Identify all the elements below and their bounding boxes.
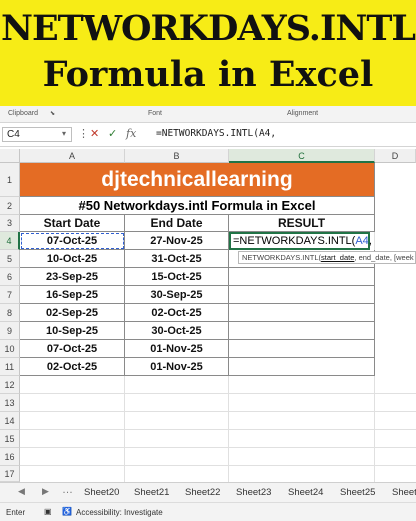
end-date-cell[interactable]: 15-Oct-25 (125, 268, 229, 286)
end-date-cell[interactable]: 01-Nov-25 (125, 358, 229, 376)
start-date-cell[interactable]: 02-Sep-25 (20, 304, 125, 322)
column-header-d[interactable]: D (375, 149, 416, 163)
row-header[interactable]: 12 (0, 376, 20, 394)
result-cell[interactable] (229, 322, 375, 340)
tooltip-rest: , end_date, [week (354, 253, 414, 262)
row-header[interactable]: 1 (0, 163, 20, 197)
cell-reference: A4 (355, 235, 369, 247)
gridline (228, 376, 229, 482)
formula-bar: C4 ▾ ⋮ ✕ ✓ fx =NETWORKDAYS.INTL(A4, (0, 124, 416, 147)
row-header[interactable]: 14 (0, 412, 20, 430)
tab-scroll-right-icon[interactable]: ▶ (42, 486, 49, 497)
ribbon-group-alignment: Alignment (287, 110, 319, 117)
tab-scroll-left-icon[interactable]: ◀ (18, 486, 25, 497)
sheet-subtitle-cell[interactable]: #50 Networkdays.intl Formula in Excel (20, 197, 375, 215)
end-date-cell[interactable]: 31-Oct-25 (125, 250, 229, 268)
check-icon[interactable]: ✓ (108, 127, 117, 140)
start-date-cell[interactable]: 02-Oct-25 (20, 358, 125, 376)
formula-input[interactable]: =NETWORKDAYS.INTL(A4, (156, 128, 276, 139)
row-header[interactable]: 13 (0, 394, 20, 412)
row-header[interactable]: 10 (0, 340, 20, 358)
ribbon-group-font: Font (148, 110, 163, 117)
select-all-corner[interactable] (0, 149, 20, 163)
sheet-title-cell[interactable]: djtechnicallearning (20, 163, 375, 197)
start-date-cell[interactable]: 07-Oct-25 (20, 232, 125, 250)
row-header[interactable]: 2 (0, 197, 20, 215)
gridline (124, 376, 125, 482)
start-date-cell[interactable]: 16-Sep-25 (20, 286, 125, 304)
row-header[interactable]: 6 (0, 268, 20, 286)
row-header[interactable]: 7 (0, 286, 20, 304)
tab-sheet25[interactable]: Sheet25 (340, 487, 375, 498)
end-date-cell[interactable]: 01-Nov-25 (125, 340, 229, 358)
tab-sheet24[interactable]: Sheet24 (288, 487, 323, 498)
start-date-cell[interactable]: 23-Sep-25 (20, 268, 125, 286)
fx-icon[interactable]: fx (126, 127, 136, 140)
sheet-tab-bar: ◀ ▶ … Sheet20 Sheet21 Sheet22 Sheet23 Sh… (0, 482, 416, 503)
dialog-launcher-icon[interactable]: ⬊ (50, 110, 55, 117)
banner-line-2: Formula in Excel (42, 54, 374, 95)
result-cell[interactable] (229, 358, 375, 376)
result-cell[interactable] (229, 304, 375, 322)
end-date-cell[interactable]: 30-Sep-25 (125, 286, 229, 304)
start-date-cell[interactable]: 07-Oct-25 (20, 340, 125, 358)
column-header-a[interactable]: A (20, 149, 125, 163)
function-argument-tooltip[interactable]: NETWORKDAYS.INTL(start_date, end_date, [… (238, 251, 416, 264)
start-date-cell[interactable]: 10-Sep-25 (20, 322, 125, 340)
row-header[interactable]: 5 (0, 250, 20, 268)
cancel-icon[interactable]: ✕ (90, 127, 99, 140)
active-cell-c4[interactable]: =NETWORKDAYS.INTL(A4, (229, 232, 372, 250)
tab-sheet22[interactable]: Sheet22 (185, 487, 220, 498)
status-bar: Enter ▣ ♿ Accessibility: Investigate (0, 502, 416, 521)
header-end-date[interactable]: End Date (125, 215, 229, 232)
column-header-c[interactable]: C (229, 149, 375, 163)
result-cell[interactable] (229, 268, 375, 286)
empty-cells-area[interactable] (20, 376, 416, 482)
row-header[interactable]: 3 (0, 215, 20, 232)
tab-sheet23[interactable]: Sheet23 (236, 487, 271, 498)
end-date-cell[interactable]: 30-Oct-25 (125, 322, 229, 340)
column-header-b[interactable]: B (125, 149, 229, 163)
row-header[interactable]: 16 (0, 448, 20, 466)
row-header[interactable]: 4 (0, 232, 20, 250)
formula-prefix: =NETWORKDAYS.INTL( (233, 235, 356, 247)
start-date-cell[interactable]: 10-Oct-25 (20, 250, 125, 268)
tooltip-current-arg: start_date (321, 253, 355, 262)
banner-line-1: NETWORKDAYS.INTL (1, 8, 416, 49)
more-options-icon[interactable]: ⋮ (78, 127, 89, 140)
tab-sheet[interactable]: Sheet (392, 487, 416, 498)
ribbon-group-clipboard: Clipboard (8, 110, 38, 117)
header-start-date[interactable]: Start Date (20, 215, 125, 232)
end-date-cell[interactable]: 02-Oct-25 (125, 304, 229, 322)
result-cell[interactable] (229, 286, 375, 304)
accessibility-status[interactable]: Accessibility: Investigate (76, 508, 163, 517)
tab-sheet21[interactable]: Sheet21 (134, 487, 169, 498)
accessibility-icon[interactable]: ♿ (62, 507, 72, 516)
video-title-banner: NETWORKDAYS.INTL Formula in Excel (0, 0, 416, 106)
header-result[interactable]: RESULT (229, 215, 375, 232)
tooltip-function: NETWORKDAYS.INTL( (242, 253, 322, 262)
row-header[interactable]: 8 (0, 304, 20, 322)
end-date-cell[interactable]: 27-Nov-25 (125, 232, 229, 250)
row-header[interactable]: 17 (0, 466, 20, 482)
tab-sheet20[interactable]: Sheet20 (84, 487, 119, 498)
formula-suffix: , (368, 235, 372, 247)
macro-record-icon[interactable]: ▣ (44, 507, 52, 516)
row-header[interactable]: 9 (0, 322, 20, 340)
status-mode: Enter (6, 508, 26, 517)
chevron-down-icon[interactable]: ▾ (62, 129, 66, 138)
row-header[interactable]: 15 (0, 430, 20, 448)
ribbon-group-labels: Clipboard ⬊ Font Alignment (0, 106, 416, 123)
row-header[interactable]: 11 (0, 358, 20, 376)
result-cell[interactable] (229, 340, 375, 358)
more-options-icon[interactable]: … (62, 484, 73, 496)
